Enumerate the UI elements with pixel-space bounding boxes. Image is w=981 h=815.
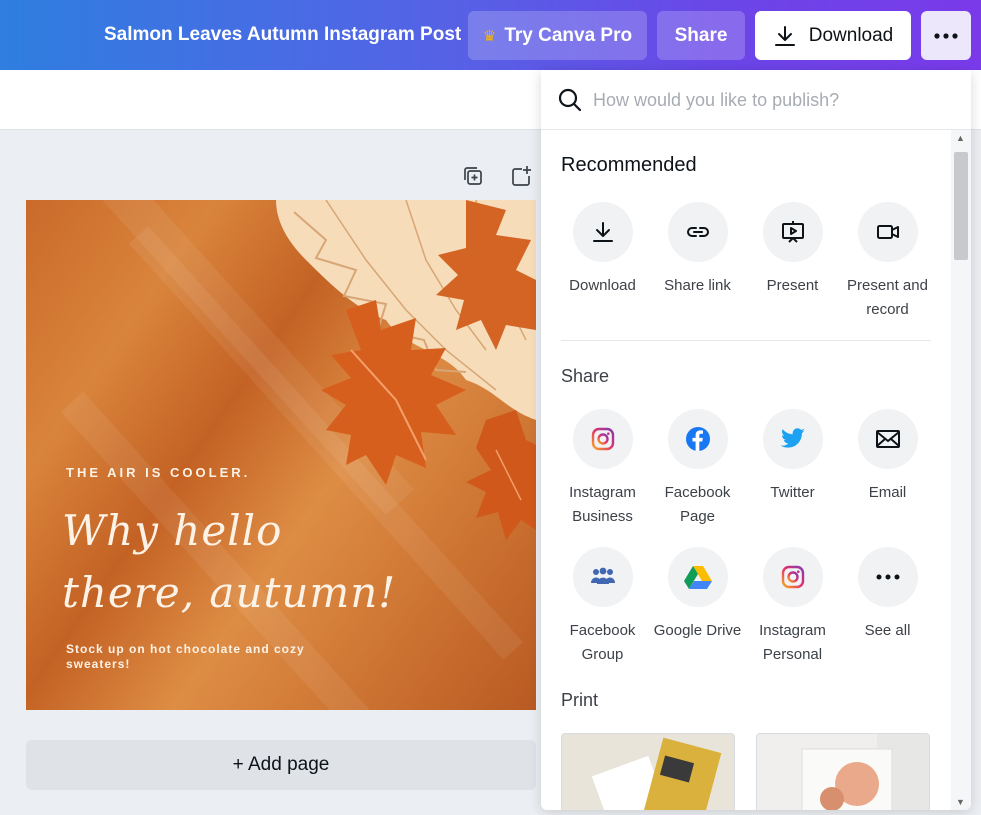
publish-search [541,70,971,130]
download-button[interactable]: Download [755,11,911,60]
facebook-page-option[interactable]: Facebook Page [650,409,745,529]
see-all-option[interactable]: See all [840,547,935,643]
canvas-script-line-2: there, autumn! [62,568,397,617]
more-icon [876,574,899,580]
add-page-icon-button[interactable] [508,163,534,189]
print-product-thumbnail[interactable] [561,733,735,810]
autumn-leaves-illustration [276,200,536,540]
video-camera-icon [876,225,899,239]
print-heading: Print [561,690,599,710]
instagram-business-option[interactable]: Instagram Business [555,409,650,529]
section-divider [561,340,931,341]
instagram-personal-option[interactable]: Instagram Personal [745,547,840,667]
facebook-group-option[interactable]: Facebook Group [555,547,650,667]
email-icon [875,430,900,448]
crown-icon: ♛ [482,27,497,45]
download-icon [774,25,795,46]
google-drive-option[interactable]: Google Drive [650,547,745,643]
present-and-record-option-label: Present and record [847,277,928,318]
scrollbar-thumb[interactable] [954,152,968,260]
scroll-down-icon[interactable]: ▼ [956,797,965,807]
instagram-icon [591,427,614,451]
page-tools [460,163,534,189]
print-product-thumbnail[interactable] [756,733,930,810]
poster-image [801,734,929,810]
facebook-group-icon [590,567,615,584]
recommended-heading: Recommended [561,154,697,176]
download-option-label: Download [569,277,636,294]
download-label: Download [808,24,894,46]
twitter-option-label: Twitter [770,484,815,501]
canvas-body-text[interactable]: Stock up on hot chocolate and cozy sweat… [66,642,326,672]
facebook-group-option-label: Facebook Group [569,622,636,663]
canvas-small-heading[interactable]: THE AIR IS COOLER. [66,465,250,480]
publish-search-input[interactable] [593,84,953,116]
design-canvas[interactable]: THE AIR IS COOLER. Why hello there, autu… [26,200,536,710]
share-link-option[interactable]: Share link [650,202,745,298]
facebook-icon [685,427,710,451]
download-option[interactable]: Download [555,202,650,298]
more-options-button[interactable] [921,11,971,60]
present-option[interactable]: Present [745,202,840,298]
download-icon [592,222,613,242]
top-bar: Salmon Leaves Autumn Instagram Post ♛ Tr… [0,0,981,70]
present-option-label: Present [766,277,819,294]
more-icon [934,32,958,39]
google-drive-icon [683,566,712,589]
twitter-option[interactable]: Twitter [745,409,840,505]
share-link-option-label: Share link [664,277,731,294]
duplicate-page-button[interactable] [460,163,486,189]
instagram-personal-option-label: Instagram Personal [759,622,826,663]
business-card-image [591,737,722,810]
email-option[interactable]: Email [840,409,935,505]
twitter-icon [780,428,805,448]
facebook-page-option-label: Facebook Page [664,484,731,525]
add-page-button[interactable]: + Add page [26,740,536,790]
add-page-icon [512,166,531,186]
instagram-business-option-label: Instagram Business [569,484,636,525]
scroll-up-icon[interactable]: ▲ [956,133,965,143]
canvas-script-heading[interactable]: Why hello there, autumn! [62,500,482,624]
email-option-label: Email [868,484,907,501]
google-drive-option-label: Google Drive [653,622,742,639]
try-canva-pro-button[interactable]: ♛ Try Canva Pro [468,11,647,60]
document-title[interactable]: Salmon Leaves Autumn Instagram Post [104,0,461,70]
canvas-script-line-1: Why hello [62,506,283,555]
present-icon [781,221,804,243]
share-button[interactable]: Share [657,11,745,60]
search-icon [558,88,582,112]
publish-options-list[interactable]: Recommended Download Share link Present … [541,130,951,810]
link-icon [686,227,709,237]
duplicate-icon [464,167,482,185]
see-all-option-label: See all [864,622,911,639]
share-heading: Share [561,366,610,386]
instagram-icon [781,565,804,589]
panel-scrollbar[interactable]: ▲ ▼ [951,130,971,810]
present-and-record-option[interactable]: Present and record [840,202,935,322]
publish-panel: Recommended Download Share link [541,70,971,810]
try-canva-pro-label: Try Canva Pro [504,24,633,46]
